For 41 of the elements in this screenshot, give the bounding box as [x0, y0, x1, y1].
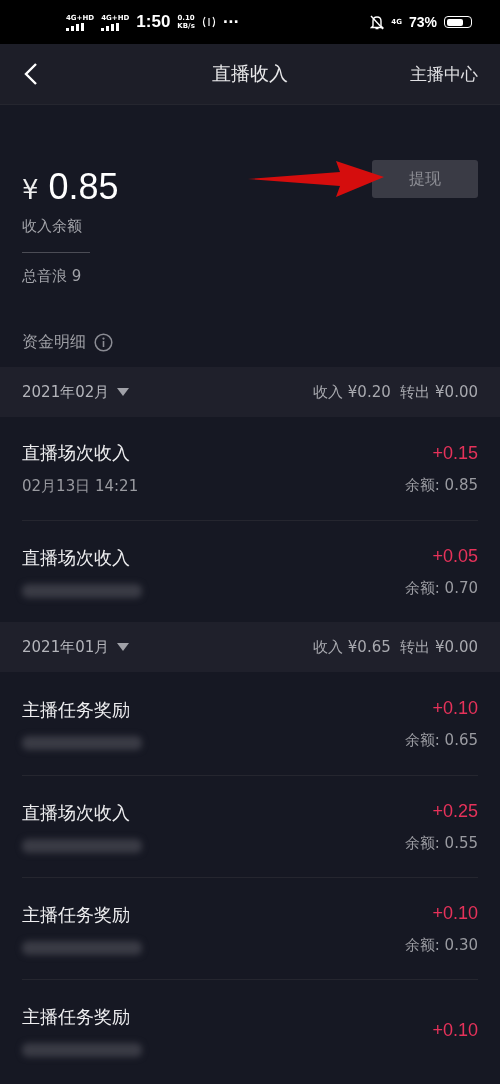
entry-title: 主播任务奖励	[22, 902, 131, 927]
more-indicator: ···	[222, 14, 239, 30]
entry-amount: +0.15	[432, 442, 478, 464]
entry-title: 主播任务奖励	[22, 697, 131, 722]
back-icon[interactable]	[24, 62, 38, 86]
entry-amount: +0.25	[432, 800, 478, 822]
entry-date: 02月13日 14:21	[22, 477, 139, 496]
clock: 1:50	[136, 12, 171, 32]
month-summary: 收入 ¥0.65 转出 ¥0.00	[313, 637, 478, 657]
page-title: 直播收入	[212, 61, 288, 86]
entry-amount: +0.10	[432, 1020, 478, 1041]
entry-amount: +0.10	[432, 697, 478, 719]
signal-icon	[66, 22, 84, 31]
hotspot-icon	[201, 15, 216, 29]
entry-title: 直播场次收入	[22, 800, 131, 825]
section-title: 资金明细	[22, 332, 86, 353]
total-sound-waves: 总音浪 9	[22, 267, 83, 286]
entry-balance: 余额: 0.70	[404, 578, 478, 598]
entry-balance: 余额: 0.55	[404, 833, 478, 853]
info-icon[interactable]	[94, 333, 113, 352]
entry-title: 直播场次收入	[22, 545, 131, 570]
bell-off-icon	[370, 14, 385, 30]
entry-balance: 余额: 0.65	[404, 730, 478, 750]
entry-amount: +0.05	[432, 545, 478, 567]
month-selector[interactable]: 2021年02月	[22, 382, 110, 402]
battery-icon	[444, 16, 472, 28]
currency-symbol: ¥	[22, 175, 39, 205]
anchor-center-link[interactable]: 主播中心	[410, 62, 478, 86]
balance-label: 收入余额	[22, 217, 83, 236]
entry-title: 直播场次收入	[22, 441, 131, 465]
month-selector[interactable]: 2021年01月	[22, 637, 110, 657]
entry-amount: +0.10	[432, 902, 478, 924]
dropdown-caret-icon[interactable]	[117, 388, 130, 396]
month-summary: 收入 ¥0.20 转出 ¥0.00	[313, 382, 478, 402]
dropdown-caret-icon[interactable]	[117, 643, 130, 651]
entry-title: 主播任务奖励	[22, 1004, 131, 1029]
balance-amount: 0.85	[48, 167, 119, 207]
entry-balance: 余额: 0.85	[404, 475, 478, 495]
entry-balance: 余额: 0.30	[404, 935, 478, 955]
signal-icon	[101, 22, 120, 31]
battery-percent: 73%	[408, 14, 437, 30]
